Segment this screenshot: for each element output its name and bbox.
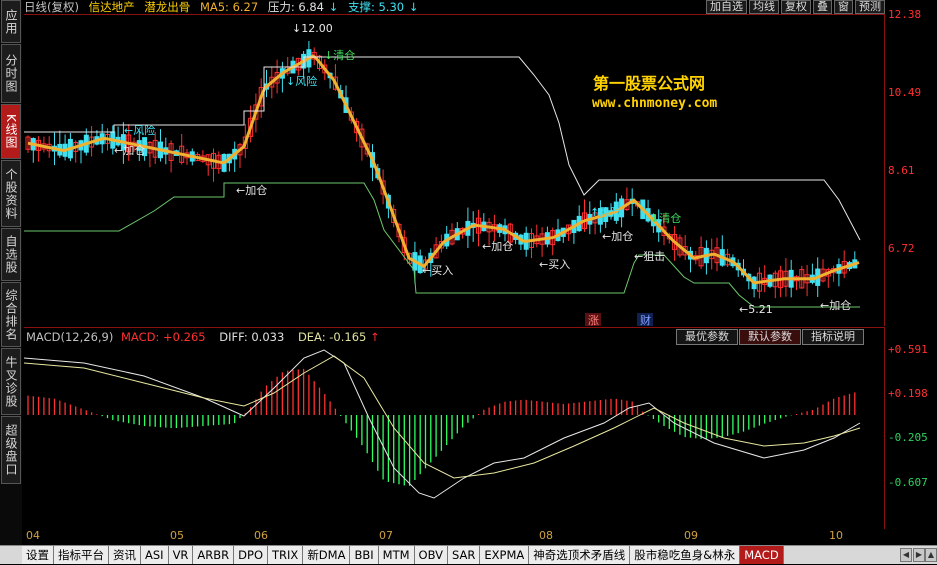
indicator-tab-14[interactable]: 神奇选顶术矛盾线	[529, 546, 631, 564]
indicator-tab-3[interactable]: ASI	[141, 546, 169, 564]
indicator-tab-11[interactable]: OBV	[414, 546, 448, 564]
scroll-right-icon[interactable]: ▶	[913, 548, 925, 562]
top-button-1[interactable]: 均线	[749, 0, 779, 14]
stock-name: 信达地产	[88, 0, 135, 14]
month-tick-0: 04	[26, 529, 40, 542]
month-tick-5: 09	[684, 529, 698, 542]
kline-chart[interactable]: ↓12.00 ↓清仓 ↓风险 ←风险 ←加仓 ←加仓 ←买入 ←加仓 ←买入 ↑风险 ←加仓 ↓清仓 ←…	[24, 15, 885, 327]
signal-fengxian-1: ↓风险	[286, 74, 317, 88]
macd-chart[interactable]	[23, 328, 885, 530]
ma5-value: MA5: 6.27	[199, 0, 259, 14]
indicator-tab-8[interactable]: 新DMA	[303, 546, 351, 564]
ma-line	[27, 54, 860, 285]
macd-tick-3: -0.607	[888, 476, 928, 489]
signal-fengxian-3: ↑风险	[590, 205, 621, 219]
macd-param-button-2[interactable]: 指标说明	[802, 329, 864, 345]
indicator-tab-13[interactable]: EXPMA	[480, 546, 530, 564]
dea-arrow-icon: ↑	[369, 330, 380, 344]
signal-jieshi: ←狙击	[634, 250, 665, 263]
price-tick-1: 10.49	[888, 86, 922, 99]
signal-mairu-1: ←买入	[422, 264, 453, 277]
indicator-tab-12[interactable]: SAR	[447, 546, 481, 564]
left-tab-7[interactable]: 超级盘口	[1, 416, 21, 484]
watermark-url: www.chnmoney.com	[592, 96, 718, 111]
indicator-tab-9[interactable]: BBI	[350, 546, 379, 564]
macd-param-button-1[interactable]: 默认参数	[739, 329, 801, 345]
cai-label: 财	[640, 313, 651, 327]
top-button-0[interactable]: 加自选	[706, 0, 747, 14]
signal-jiacang-3: ←加仓	[482, 239, 513, 253]
left-tab-1[interactable]: 分时图	[1, 44, 21, 103]
indicator-tab-7[interactable]: TRIX	[268, 546, 304, 564]
value-axis: 12.38 10.49 8.61 6.72 +0.591 +0.198 -0.205 -0.6…	[886, 0, 937, 545]
dif-value: DIFF: 0.033	[219, 330, 285, 344]
signal-fengxian-2: ←风险	[124, 123, 155, 137]
indicator-tab-2[interactable]: 资讯	[109, 546, 141, 564]
left-tab-6[interactable]: 牛叉诊股	[1, 348, 21, 415]
dea-value: DEA: -0.165	[297, 330, 367, 344]
macd-value: +0.265	[163, 330, 206, 344]
signal-qingcang-2: ↓清仓	[650, 211, 681, 225]
month-tick-1: 05	[170, 529, 184, 542]
watermark-title: 第一股票公式网	[593, 74, 706, 93]
left-tab-4[interactable]: 自选股	[1, 228, 21, 281]
indicator-tab-10[interactable]: MTM	[378, 546, 415, 564]
indicator-tab-6[interactable]: DPO	[234, 546, 269, 564]
expand-icon[interactable]: ▲	[925, 548, 937, 562]
left-tab-column: 应用 分时图 K线图 个股资料 自选股 综合排名 牛叉诊股 超级盘口	[0, 0, 22, 545]
signal-mairu-2: ←买入	[539, 258, 570, 271]
month-tick-3: 07	[379, 529, 393, 542]
price-tick-2: 8.61	[888, 164, 915, 177]
price-chart-pane[interactable]: ↓12.00 ↓清仓 ↓风险 ←风险 ←加仓 ←加仓 ←买入 ←加仓 ←买入 ↑风险 ←加仓 ↓清仓 ←…	[24, 14, 885, 327]
signal-jiacang-1: ←加仓	[114, 143, 145, 157]
month-tick-4: 08	[539, 529, 553, 542]
support-value: 支撑: 5.30	[347, 0, 405, 14]
macd-tick-2: -0.205	[888, 431, 928, 444]
month-tick-6: 10	[829, 529, 843, 542]
price-tick-3: 6.72	[888, 242, 915, 255]
macd-label: MACD:	[121, 330, 160, 344]
indicator-tab-0[interactable]: 设置	[22, 546, 54, 564]
macd-title: MACD(12,26,9)	[26, 330, 114, 344]
macd-tick-0: +0.591	[888, 343, 928, 356]
price-tick-0: 12.38	[888, 8, 922, 21]
indicator-tab-16[interactable]: MACD	[740, 546, 784, 564]
signal-jiacang-2: ←加仓	[236, 183, 267, 197]
macd-header: MACD(12,26,9) MACD: +0.265 DIFF: 0.033 D…	[26, 330, 380, 344]
top-button-2[interactable]: 复权	[781, 0, 811, 14]
macd-pane[interactable]	[23, 327, 885, 530]
top-button-3[interactable]: 叠	[813, 0, 832, 14]
left-tab-0[interactable]: 应用	[1, 0, 21, 43]
left-tab-5[interactable]: 综合排名	[1, 282, 21, 347]
top-toolbar: 加自选 均线 复权叠窗预测	[704, 0, 885, 14]
indicator-tabs: 设置 指标平台 资讯 ASI VR ARBR DPO TRIX 新DMA BBI MTM OBV SAR…	[22, 546, 784, 565]
left-tab-2[interactable]: K线图	[1, 104, 21, 159]
left-tab-3[interactable]: 个股资料	[1, 160, 21, 227]
signal-jiacang-4: ←加仓	[602, 229, 633, 243]
pressure-arrow-icon: ↓	[328, 0, 339, 14]
support-arrow-icon: ↓	[408, 0, 419, 14]
macd-param-button-0[interactable]: 最优参数	[676, 329, 738, 345]
period-label: 日线(复权)	[24, 0, 79, 14]
date-axis: 04 05 06 07 08 09 10	[24, 529, 885, 545]
indicator-name: 潜龙出骨	[144, 0, 191, 14]
pressure-value: 压力: 6.84	[267, 0, 324, 14]
scroll-left-icon[interactable]: ◀	[900, 548, 912, 562]
low-price-label: ←5.21	[739, 303, 773, 316]
signal-qingcang-1: ↓清仓	[324, 48, 355, 62]
signal-jiacang-5: ←加仓	[820, 298, 851, 312]
indicator-tab-5[interactable]: ARBR	[193, 546, 235, 564]
zhang-label: 涨	[588, 314, 599, 327]
indicator-tab-1[interactable]: 指标平台	[54, 546, 109, 564]
macd-tick-1: +0.198	[888, 387, 928, 400]
month-tick-2: 06	[254, 529, 268, 542]
indicator-tab-15[interactable]: 股市稳吃鱼身&林永	[630, 546, 741, 564]
indicator-tab-4[interactable]: VR	[168, 546, 194, 564]
high-price-label: ↓12.00	[292, 22, 333, 35]
indicator-tab-bar: 设置 指标平台 资讯 ASI VR ARBR DPO TRIX 新DMA BBI MTM OBV SAR…	[0, 545, 937, 564]
chart-header: 日线(复权) 信达地产 潜龙出骨 MA5: 6.27 压力: 6.84 ↓ 支撑…	[24, 0, 424, 14]
macd-param-buttons: 最优参数 默认参数 指标说明	[676, 329, 865, 345]
top-button-5[interactable]: 预测	[855, 0, 885, 14]
top-button-4[interactable]: 窗	[834, 0, 853, 14]
